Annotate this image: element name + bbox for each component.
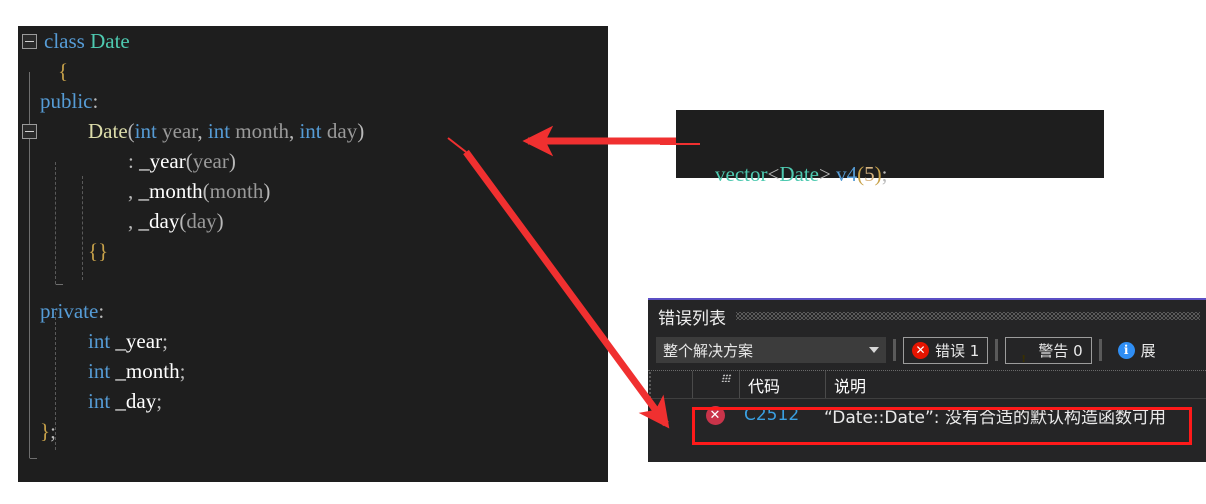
row-error-description: “Date::Date”: 没有合适的默认构造函数可用 — [824, 407, 1166, 428]
code-line-12-text: int _day; — [88, 389, 163, 413]
code-line-1: { — [18, 56, 608, 86]
toolbar-separator-1 — [893, 339, 896, 361]
chevron-down-icon — [869, 347, 879, 353]
code-line-6-text: , _day(day) — [128, 209, 224, 233]
error-circle-icon: ✕ — [912, 341, 929, 359]
warnings-filter-button[interactable]: 警告 0 — [1005, 336, 1092, 365]
error-list-panel[interactable]: 错误列表 整个解决方案 ✕ 错误 1 警告 0 i 展 代码 说明 ✕ C251… — [648, 298, 1206, 462]
titlebar-dotted-rail — [736, 312, 1200, 320]
toolbar-separator-3 — [1098, 339, 1102, 361]
messages-filter-button[interactable]: i 展 — [1109, 337, 1165, 364]
messages-filter-label: 展 — [1140, 341, 1156, 360]
code-line-3: Date(int year, int month, int day) — [18, 116, 608, 146]
scope-dropdown-label: 整个解决方案 — [663, 341, 754, 360]
column-header-description[interactable]: 说明 — [825, 371, 1206, 398]
code-line-4-text: : _year(year) — [128, 149, 236, 173]
code-line-0: class Date — [18, 26, 608, 56]
code-line-2: public: — [18, 86, 608, 116]
code-line-12: int _day; — [18, 386, 608, 416]
errors-filter-label: 错误 1 — [935, 341, 980, 360]
error-list-title: 错误列表 — [658, 308, 726, 329]
code-line-13: }; — [18, 416, 608, 446]
error-list-column-header: 代码 说明 — [648, 370, 1206, 399]
column-header-rail — [648, 371, 692, 398]
error-circle-icon: ✕ — [705, 405, 725, 425]
code-editor[interactable]: class Date { public: Date(int year, int … — [18, 26, 608, 482]
code-line-0-text: class Date — [44, 29, 130, 53]
scope-dropdown[interactable]: 整个解决方案 — [656, 337, 886, 363]
error-list-titlebar: 错误列表 — [648, 300, 1206, 332]
error-list-table[interactable]: 代码 说明 ✕ C2512 “Date::Date”: 没有合适的默认构造函数可… — [648, 370, 1206, 431]
toolbar-separator-2 — [995, 339, 999, 361]
column-selector-icon[interactable] — [692, 371, 739, 398]
column-header-code[interactable]: 代码 — [739, 371, 825, 398]
code-line-7-text: {} — [88, 239, 109, 263]
code-line-1-text: { — [58, 59, 69, 83]
code-line-9: private: — [18, 296, 608, 326]
table-row[interactable]: ✕ C2512 “Date::Date”: 没有合适的默认构造函数可用 — [648, 399, 1206, 431]
code-line-13-text: }; — [40, 419, 56, 443]
row-error-code[interactable]: C2512 — [738, 405, 824, 425]
code-line-3-text: Date(int year, int month, int day) — [88, 119, 365, 143]
vector-snippet-text: vector<Date> v4(5); — [715, 162, 888, 186]
info-circle-icon: i — [1117, 341, 1135, 359]
vector-declaration-snippet: vector<Date> v4(5); — [676, 110, 1104, 186]
code-line-11-text: int _month; — [88, 359, 186, 383]
code-line-10-text: int _year; — [88, 329, 168, 353]
code-line-2-text: public: — [40, 89, 99, 113]
code-line-5: , _month(month) — [18, 176, 608, 206]
vector-snippet-line: vector<Date> v4(5); — [694, 129, 887, 186]
code-line-6: , _day(day) — [18, 206, 608, 236]
warnings-filter-label: 警告 0 — [1038, 341, 1083, 360]
error-list-toolbar[interactable]: 整个解决方案 ✕ 错误 1 警告 0 i 展 — [648, 332, 1206, 368]
row-severity-cell: ✕ — [692, 405, 738, 425]
code-line-7: {} — [18, 236, 608, 266]
code-line-4: : _year(year) — [18, 146, 608, 176]
code-line-11: int _month; — [18, 356, 608, 386]
code-line-9-text: private: — [40, 299, 105, 323]
code-line-5-text: , _month(month) — [128, 179, 271, 203]
code-line-10: int _year; — [18, 326, 608, 356]
errors-filter-button[interactable]: ✕ 错误 1 — [903, 336, 989, 364]
